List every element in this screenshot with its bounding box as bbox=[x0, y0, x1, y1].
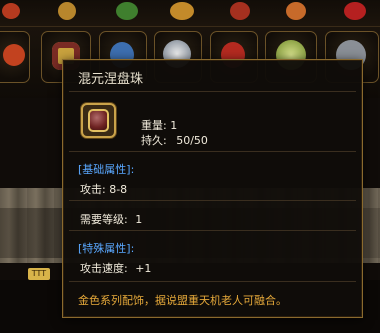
divider bbox=[69, 230, 356, 231]
weight-row: 重量: 1 bbox=[141, 117, 177, 133]
divider bbox=[69, 151, 356, 152]
attack-speed-label: 攻击速度: bbox=[80, 262, 128, 275]
inventory-slot[interactable] bbox=[284, 0, 310, 24]
attack-speed-row: 攻击速度: +1 bbox=[80, 260, 151, 276]
required-level-row: 需要等级: 1 bbox=[80, 211, 142, 227]
item-description: 金色系列配饰，据说盟重天机老人可融合。 bbox=[78, 294, 287, 307]
required-level-label: 需要等级: bbox=[80, 213, 128, 226]
red-item-icon bbox=[230, 2, 250, 20]
panel-badge: TTT bbox=[28, 268, 50, 280]
inventory-slot[interactable] bbox=[56, 0, 80, 24]
item-icon-frame bbox=[81, 103, 116, 138]
bead-icon bbox=[88, 109, 109, 132]
durability-value: 50/50 bbox=[176, 134, 208, 147]
required-level-value: 1 bbox=[135, 213, 143, 226]
weight-value: 1 bbox=[170, 119, 178, 132]
divider bbox=[69, 281, 356, 282]
attack-label: 攻击: bbox=[80, 183, 106, 196]
creature-icon bbox=[2, 3, 20, 19]
inventory-slot[interactable] bbox=[168, 0, 198, 24]
inventory-slot[interactable] bbox=[0, 0, 24, 24]
special-attributes-header: [特殊属性]: bbox=[78, 242, 135, 255]
divider bbox=[69, 200, 356, 201]
inventory-slot[interactable] bbox=[0, 31, 30, 83]
fire-orb-icon bbox=[3, 44, 25, 66]
inventory-top-row bbox=[0, 0, 380, 26]
divider bbox=[69, 91, 356, 92]
durability-row: 持久: 50/50 bbox=[141, 132, 208, 148]
weight-label: 重量: bbox=[141, 119, 167, 132]
durability-label: 持久: bbox=[141, 134, 167, 147]
inventory-slot[interactable] bbox=[228, 0, 254, 24]
inventory-slot[interactable] bbox=[340, 0, 370, 24]
attack-row: 攻击: 8-8 bbox=[80, 181, 127, 197]
orange-item-icon bbox=[286, 2, 306, 20]
attack-value: 8-8 bbox=[109, 183, 128, 196]
red-creature-icon bbox=[344, 2, 366, 20]
item-tooltip: 混元涅盘珠 重量: 1 持久: 50/50 [基础属性]: 攻击: 8-8 需要… bbox=[62, 59, 363, 318]
dragon-icon bbox=[170, 2, 194, 20]
attack-speed-value: +1 bbox=[135, 262, 152, 275]
basic-attributes-header: [基础属性]: bbox=[78, 163, 135, 176]
green-creature-icon bbox=[116, 2, 138, 20]
gold-item-icon bbox=[58, 2, 76, 20]
inventory-slot[interactable] bbox=[114, 0, 140, 24]
item-name: 混元涅盘珠 bbox=[78, 72, 144, 87]
